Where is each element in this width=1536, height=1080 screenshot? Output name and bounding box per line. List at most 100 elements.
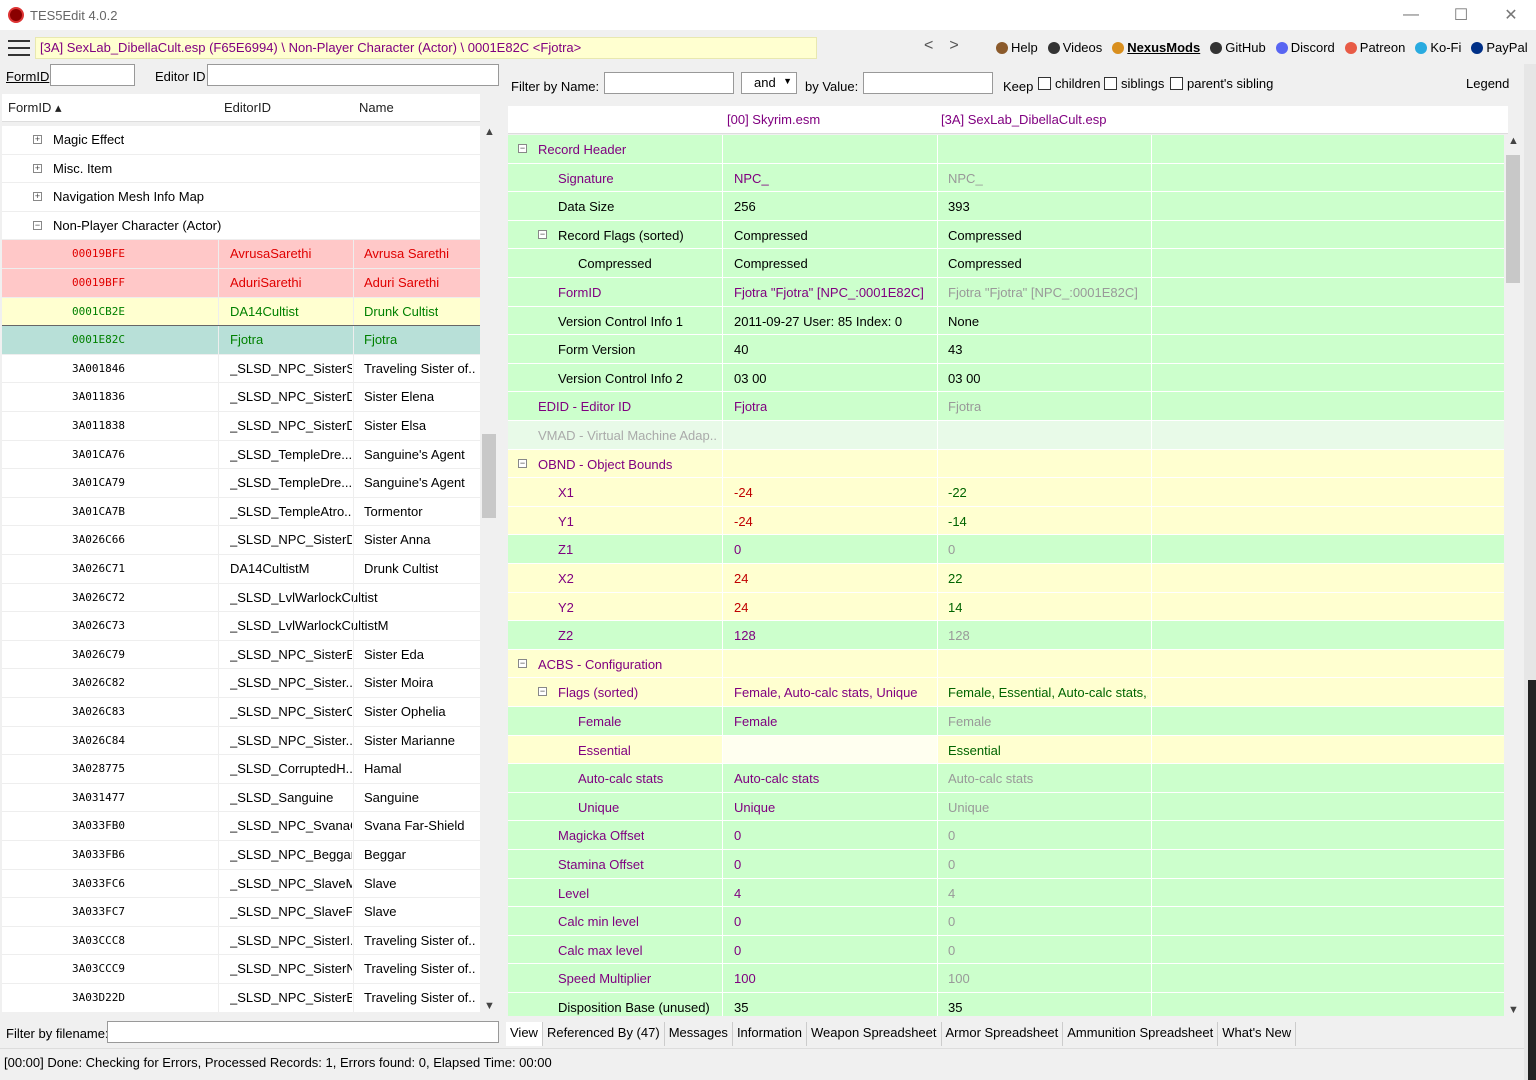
grid-row[interactable]: Magicka Offset 0 0 xyxy=(508,821,1504,850)
collapse-icon[interactable]: − xyxy=(538,229,547,239)
grid-row[interactable]: Y2 24 14 xyxy=(508,592,1504,622)
tree-row[interactable]: 0001E82C Fjotra Fjotra xyxy=(2,325,480,356)
tree-row[interactable]: 3A01CA7B _SLSD_TempleAtro... Tormentor xyxy=(2,497,480,527)
grid-row[interactable]: Stamina Offset 0 0 xyxy=(508,850,1504,879)
tree-row[interactable]: 3A011836 _SLSD_NPC_SisterD... Sister Elena xyxy=(2,383,480,412)
grid-row[interactable]: − OBND - Object Bounds xyxy=(508,449,1504,479)
grid-row[interactable]: X2 24 22 xyxy=(508,564,1504,593)
grid-row[interactable]: − Record Flags (sorted) Compressed Compress… xyxy=(508,220,1504,250)
tree-row[interactable]: 00019BFF AduriSarethi Aduri Sarethi xyxy=(2,269,480,298)
grid-row[interactable]: − Flags (sorted) Female, Auto-calc stats, … xyxy=(508,678,1504,707)
tree-row[interactable]: 3A026C84 _SLSD_NPC_Sister... Sister Marian… xyxy=(2,726,480,756)
grid-row[interactable]: Compressed Compressed Compressed xyxy=(508,249,1504,278)
grid-row[interactable]: Speed Multiplier 100 100 xyxy=(508,964,1504,993)
tree-scrollbar-thumb[interactable] xyxy=(482,434,496,518)
andor-select[interactable]: and ▼ xyxy=(741,72,797,94)
tree-row[interactable]: 3A026C72 _SLSD_LvlWarlockCultist xyxy=(2,583,480,613)
tree-row[interactable]: 3A026C71 DA14CultistM Drunk Cultist xyxy=(2,555,480,584)
grid-row[interactable]: Essential Essential xyxy=(508,735,1504,765)
link-nexusmods[interactable]: NexusMods xyxy=(1112,40,1200,55)
tree-row[interactable]: 3A03CCC8 _SLSD_NPC_SisterI... Traveling Si… xyxy=(2,926,480,956)
grid-row[interactable]: FormID Fjotra "Fjotra" [NPC_:0001E82C] Fjo… xyxy=(508,278,1504,307)
link-videos[interactable]: Videos xyxy=(1047,40,1102,55)
tab-what-s-new[interactable]: What's New xyxy=(1218,1022,1297,1046)
tab-armor-spreadsheet[interactable]: Armor Spreadsheet xyxy=(941,1022,1064,1046)
link-discord[interactable]: Discord xyxy=(1275,40,1335,55)
grid-row[interactable]: Data Size 256 393 xyxy=(508,192,1504,221)
tree-row[interactable]: 3A01CA79 _SLSD_TempleDre... Sanguine's Age… xyxy=(2,469,480,498)
tree-scrollbar[interactable]: ▲ ▼ xyxy=(480,126,498,1012)
forward-button[interactable]: > xyxy=(949,37,958,55)
tab-referenced-by[interactable]: Referenced By (47) xyxy=(542,1022,665,1046)
legend-button[interactable]: Legend xyxy=(1466,76,1509,91)
minimize-button[interactable]: — xyxy=(1386,0,1436,30)
grid-row[interactable]: Female Female Female xyxy=(508,707,1504,736)
tree-row[interactable]: 3A033FB6 _SLSD_NPC_Beggar... Beggar xyxy=(2,841,480,870)
tree-row[interactable]: 3A033FC7 _SLSD_NPC_SlaveF... Slave xyxy=(2,898,480,927)
maximize-button[interactable]: ☐ xyxy=(1436,0,1486,30)
grid-row[interactable]: Calc max level 0 0 xyxy=(508,935,1504,965)
tab-view[interactable]: View xyxy=(506,1022,543,1046)
tree-row[interactable]: 3A026C66 _SLSD_NPC_SisterD... Sister Anna xyxy=(2,526,480,555)
grid-row[interactable]: Y1 -24 -14 xyxy=(508,506,1504,536)
grid-scrollbar[interactable]: ▲ ▼ xyxy=(1504,135,1522,1016)
expand-icon[interactable]: + xyxy=(33,192,42,202)
grid-row[interactable]: Version Control Info 2 03 00 03 00 xyxy=(508,363,1504,393)
collapse-icon[interactable]: − xyxy=(518,144,527,153)
grid-row[interactable]: Calc min level 0 0 xyxy=(508,907,1504,936)
link-patreon[interactable]: Patreon xyxy=(1344,40,1405,55)
grid-row[interactable]: Auto-calc stats Auto-calc stats Auto-calc … xyxy=(508,764,1504,793)
children-checkbox[interactable]: children xyxy=(1038,76,1101,91)
tree-row[interactable]: 3A001846 _SLSD_NPC_SisterS... Traveling Si… xyxy=(2,354,480,384)
tree-row[interactable]: 3A026C82 _SLSD_NPC_Sister... Sister Moira xyxy=(2,669,480,698)
tree-row[interactable]: 3A026C83 _SLSD_NPC_SisterO... Sister Ophel… xyxy=(2,698,480,727)
tree-row[interactable]: 3A026C79 _SLSD_NPC_SisterE... Sister Eda xyxy=(2,640,480,670)
tree-row[interactable]: 3A011838 _SLSD_NPC_SisterD... Sister Elsa xyxy=(2,412,480,441)
tab-ammunition-spreadsheet[interactable]: Ammunition Spreadsheet xyxy=(1063,1022,1219,1046)
tree-row[interactable]: 3A033FC6 _SLSD_NPC_SlaveM... Slave xyxy=(2,869,480,899)
tree-row[interactable]: 3A03CCC9 _SLSD_NPC_SisterN... Traveling Si… xyxy=(2,955,480,984)
tree-row[interactable]: 3A026C73 _SLSD_LvlWarlockCultistM xyxy=(2,612,480,641)
collapse-icon[interactable]: − xyxy=(518,658,527,668)
expand-icon[interactable]: + xyxy=(33,163,42,173)
tree-row[interactable]: 0001CB2E DA14Cultist Drunk Cultist xyxy=(2,297,480,327)
grid-row[interactable]: Unique Unique Unique xyxy=(508,792,1504,822)
link-kofi[interactable]: Ko-Fi xyxy=(1415,40,1461,55)
tab-weapon-spreadsheet[interactable]: Weapon Spreadsheet xyxy=(806,1022,942,1046)
formid-input[interactable] xyxy=(50,64,135,86)
col-header-plugin[interactable]: [3A] SexLab_DibellaCult.esp xyxy=(941,112,1107,127)
col-header-editorid[interactable]: EditorID xyxy=(224,100,271,115)
grid-row[interactable]: X1 -24 -22 xyxy=(508,478,1504,507)
grid-row[interactable]: Z2 128 128 xyxy=(508,621,1504,650)
grid-row[interactable]: Disposition Base (unused) 35 35 xyxy=(508,993,1504,1016)
tree-row[interactable]: + Magic Effect xyxy=(2,126,480,155)
link-github[interactable]: GitHub xyxy=(1210,40,1266,55)
collapse-icon[interactable]: − xyxy=(538,687,547,697)
grid-row[interactable]: Signature NPC_ NPC_ xyxy=(508,163,1504,193)
tree-row[interactable]: − Non-Player Character (Actor) xyxy=(2,212,480,241)
tab-messages[interactable]: Messages xyxy=(664,1022,733,1046)
grid-row[interactable]: Level 4 4 xyxy=(508,878,1504,908)
grid-scrollbar-thumb[interactable] xyxy=(1506,155,1520,283)
editorid-input[interactable] xyxy=(207,64,499,86)
collapse-icon[interactable]: − xyxy=(33,220,42,230)
collapse-icon[interactable]: − xyxy=(518,458,527,468)
parents-sibling-checkbox[interactable]: parent's sibling xyxy=(1170,76,1273,91)
expand-icon[interactable]: + xyxy=(33,135,42,144)
back-button[interactable]: < xyxy=(924,37,933,55)
tree-row[interactable]: 3A03D22D _SLSD_NPC_SisterB... Traveling Si… xyxy=(2,984,480,1012)
grid-row[interactable]: Version Control Info 1 2011-09-27 User: 8… xyxy=(508,306,1504,336)
col-header-formid[interactable]: FormID ▴ xyxy=(8,100,61,116)
tree-row[interactable]: + Misc. Item xyxy=(2,155,480,184)
link-paypal[interactable]: PayPal xyxy=(1471,40,1528,55)
link-help[interactable]: Help xyxy=(996,40,1038,55)
tree-row[interactable]: + Navigation Mesh Info Map xyxy=(2,183,480,212)
filter-name-input[interactable] xyxy=(604,72,734,94)
grid-row[interactable]: − ACBS - Configuration xyxy=(508,649,1504,679)
siblings-checkbox[interactable]: siblings xyxy=(1104,76,1164,91)
tree-row[interactable]: 00019BFE AvrusaSarethi Avrusa Sarethi xyxy=(2,240,480,269)
grid-row[interactable]: Z1 0 0 xyxy=(508,535,1504,564)
grid-row[interactable]: VMAD - Virtual Machine Adap... xyxy=(508,421,1504,450)
grid-row[interactable]: Form Version 40 43 xyxy=(508,335,1504,364)
tree-row[interactable]: 3A028775 _SLSD_CorruptedH... Hamal xyxy=(2,755,480,784)
